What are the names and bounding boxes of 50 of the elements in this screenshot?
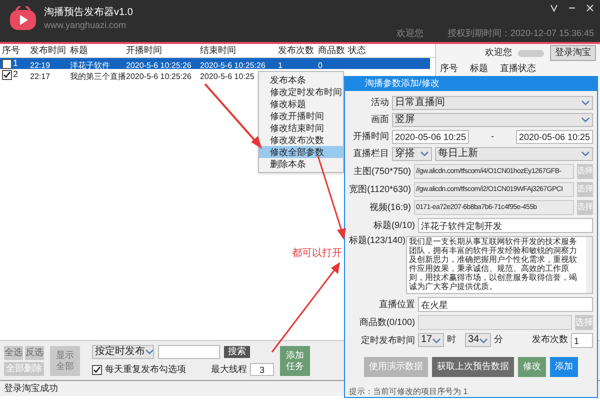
column-header: 直播状态 xyxy=(500,62,536,75)
table-cell: 2020-5-6 10:25:26 xyxy=(126,60,192,70)
column-header: 标题 xyxy=(470,62,488,75)
table-cell: 0 xyxy=(318,60,322,70)
hint-text: 提示：当前可修改的项目序号为 1 xyxy=(349,386,469,398)
column-header: 发布次数 xyxy=(277,44,315,57)
table-cell: 我的第三个直播 xyxy=(70,72,126,80)
repeat-label: 每天重复发布勾选项 xyxy=(105,362,186,376)
website-text: www.yanghuazi.com xyxy=(44,21,128,30)
table-cell: 22:17 xyxy=(30,72,50,80)
column-header: 开播时间 xyxy=(125,44,163,57)
expiry-text: 授权到期时间：2020-12-07 15:36:45 xyxy=(447,29,594,38)
range-separator: - xyxy=(490,130,495,143)
field-label: 宽图(1120*630) xyxy=(349,184,411,194)
column-header: 结束时间 xyxy=(199,44,237,57)
field-label: 直播位置 xyxy=(378,300,415,308)
welcome-label: 欢迎您 xyxy=(485,46,512,60)
field-label: 定时发布时间 xyxy=(360,336,415,344)
minute-unit: 分 xyxy=(494,333,503,346)
column-header: 标题 xyxy=(69,44,89,57)
table-cell: 2020-5-6 10:25:26 xyxy=(126,72,192,80)
welcome-text: 欢迎您 xyxy=(396,29,424,38)
column-header: 状态 xyxy=(347,44,367,57)
dialog-title: 淘播参数添加/修改 xyxy=(365,77,440,90)
field-label: 商品数(0/100) xyxy=(358,318,415,326)
annotation-text: 都可以打开 xyxy=(292,246,342,261)
table-cell: 1 xyxy=(278,60,282,70)
field-label: 标题(123/140) xyxy=(349,236,403,244)
table-cell: 2 xyxy=(13,70,18,79)
field-label: 开播时间 xyxy=(352,132,389,141)
field-label: 画面 xyxy=(370,115,389,124)
column-header: 发布时间 xyxy=(29,44,67,57)
column-header: 商品数 xyxy=(317,44,346,57)
publish-count-label: 发布次数 xyxy=(532,333,568,346)
app-title: 淘播预告发布器v1.0 xyxy=(44,8,133,18)
threads-label: 最大线程 xyxy=(211,362,247,376)
column-header: 序号 xyxy=(440,62,458,75)
hour-unit: 时 xyxy=(447,333,456,346)
field-label: 标题(9/10) xyxy=(372,220,415,230)
table-cell: 1 xyxy=(13,59,18,68)
field-label: 直播栏目 xyxy=(352,149,389,158)
table-cell: 2020-5-6 10:25:26 xyxy=(200,60,266,70)
column-header: 序号 xyxy=(1,44,21,57)
table-cell: 22:19 xyxy=(30,60,50,70)
table-cell: 2020-5-6 10:25 xyxy=(200,72,254,80)
field-label: 视频(16:9) xyxy=(368,202,411,212)
field-label: 主图(750*750) xyxy=(352,166,411,176)
table-cell: 洋花子软件 xyxy=(70,60,110,70)
status-text: 登录淘宝成功 xyxy=(4,382,58,395)
field-label: 活动 xyxy=(370,98,389,107)
